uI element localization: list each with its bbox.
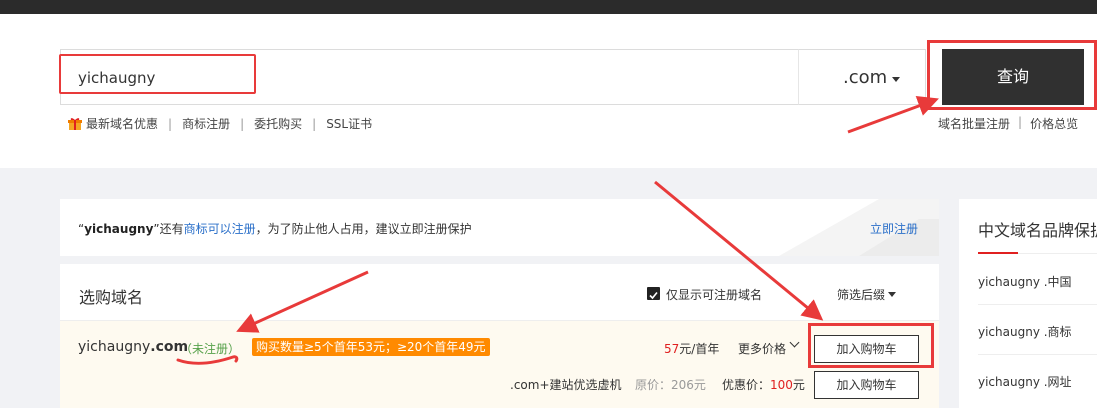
- right-links: 域名批量注册 | 价格总览: [938, 115, 1078, 132]
- annotation-highlight-input: [59, 54, 256, 94]
- notice-text: “yichaugny”还有商标可以注册，为了防止他人占用，建议立即注册保护: [78, 222, 472, 236]
- divider: |: [1018, 115, 1023, 129]
- divider: |: [240, 116, 245, 131]
- discount-price: 优惠价：100元: [722, 378, 805, 392]
- status-badge: （未注册）: [180, 342, 241, 356]
- check-icon: [649, 291, 658, 300]
- link-latest-deals[interactable]: 最新域名优惠: [86, 115, 158, 132]
- chevron-down-icon[interactable]: [789, 337, 800, 348]
- promo-badge: 购买数量≥5个首年53元；≥20个首年49元: [252, 338, 490, 356]
- gift-icon: [68, 117, 82, 130]
- more-prices-toggle[interactable]: 更多价格: [738, 340, 786, 357]
- filter-suffix-dropdown[interactable]: 筛选后缀: [837, 286, 885, 303]
- sidebar-item-url[interactable]: yichaugny .网址: [978, 373, 1072, 390]
- brand-protection-sidebar: 中文域名品牌保护 yichaugny .中国 yichaugny .商标 yic…: [959, 199, 1097, 408]
- link-bulk-register[interactable]: 域名批量注册: [938, 115, 1010, 132]
- caret-down-icon: [888, 292, 896, 297]
- list-title: 选购域名: [79, 288, 144, 307]
- checkbox-label[interactable]: 仅显示可注册域名: [666, 286, 762, 303]
- link-entrusted-purchase[interactable]: 委托购买: [254, 115, 302, 132]
- link-ssl[interactable]: SSL证书: [326, 115, 372, 132]
- domain-name: yichaugny.com: [78, 339, 189, 355]
- domain-list-header: 选购域名 仅显示可注册域名 筛选后缀: [60, 264, 939, 321]
- bundle-offer: .com+建站优选虚机: [510, 378, 622, 392]
- first-year-price: 57元/首年: [664, 342, 720, 356]
- register-now-link[interactable]: 立即注册: [870, 220, 918, 237]
- sidebar-title: 中文域名品牌保护: [978, 221, 1097, 240]
- link-trademark[interactable]: 商标注册: [182, 115, 230, 132]
- link-price-overview[interactable]: 价格总览: [1030, 115, 1078, 132]
- sidebar-item-cn[interactable]: yichaugny .中国: [978, 273, 1072, 290]
- original-price: 原价：206元: [635, 378, 706, 392]
- sidebar-item-trademark[interactable]: yichaugny .商标: [978, 323, 1072, 340]
- trademark-notice: “yichaugny”还有商标可以注册，为了防止他人占用，建议立即注册保护 立即…: [60, 199, 939, 256]
- divider: |: [168, 116, 173, 131]
- notice-domain: yichaugny: [84, 222, 154, 236]
- tld-select[interactable]: .com: [798, 49, 926, 105]
- annotation-highlight-query: [927, 40, 1097, 110]
- annotation-highlight-cart: [808, 323, 934, 368]
- divider: |: [312, 116, 317, 131]
- trademark-link[interactable]: 商标可以注册: [184, 222, 256, 236]
- divider: [978, 304, 1097, 305]
- quick-links: 最新域名优惠 | 商标注册 | 委托购买 | SSL证书: [68, 115, 372, 132]
- title-underline: [978, 252, 1018, 254]
- add-bundle-to-cart-button[interactable]: 加入购物车: [814, 371, 919, 399]
- only-available-checkbox[interactable]: [647, 287, 660, 300]
- divider: [978, 354, 1097, 355]
- caret-down-icon: [892, 77, 900, 82]
- top-nav-bar: [0, 0, 1097, 14]
- tld-select-value: .com: [843, 67, 888, 88]
